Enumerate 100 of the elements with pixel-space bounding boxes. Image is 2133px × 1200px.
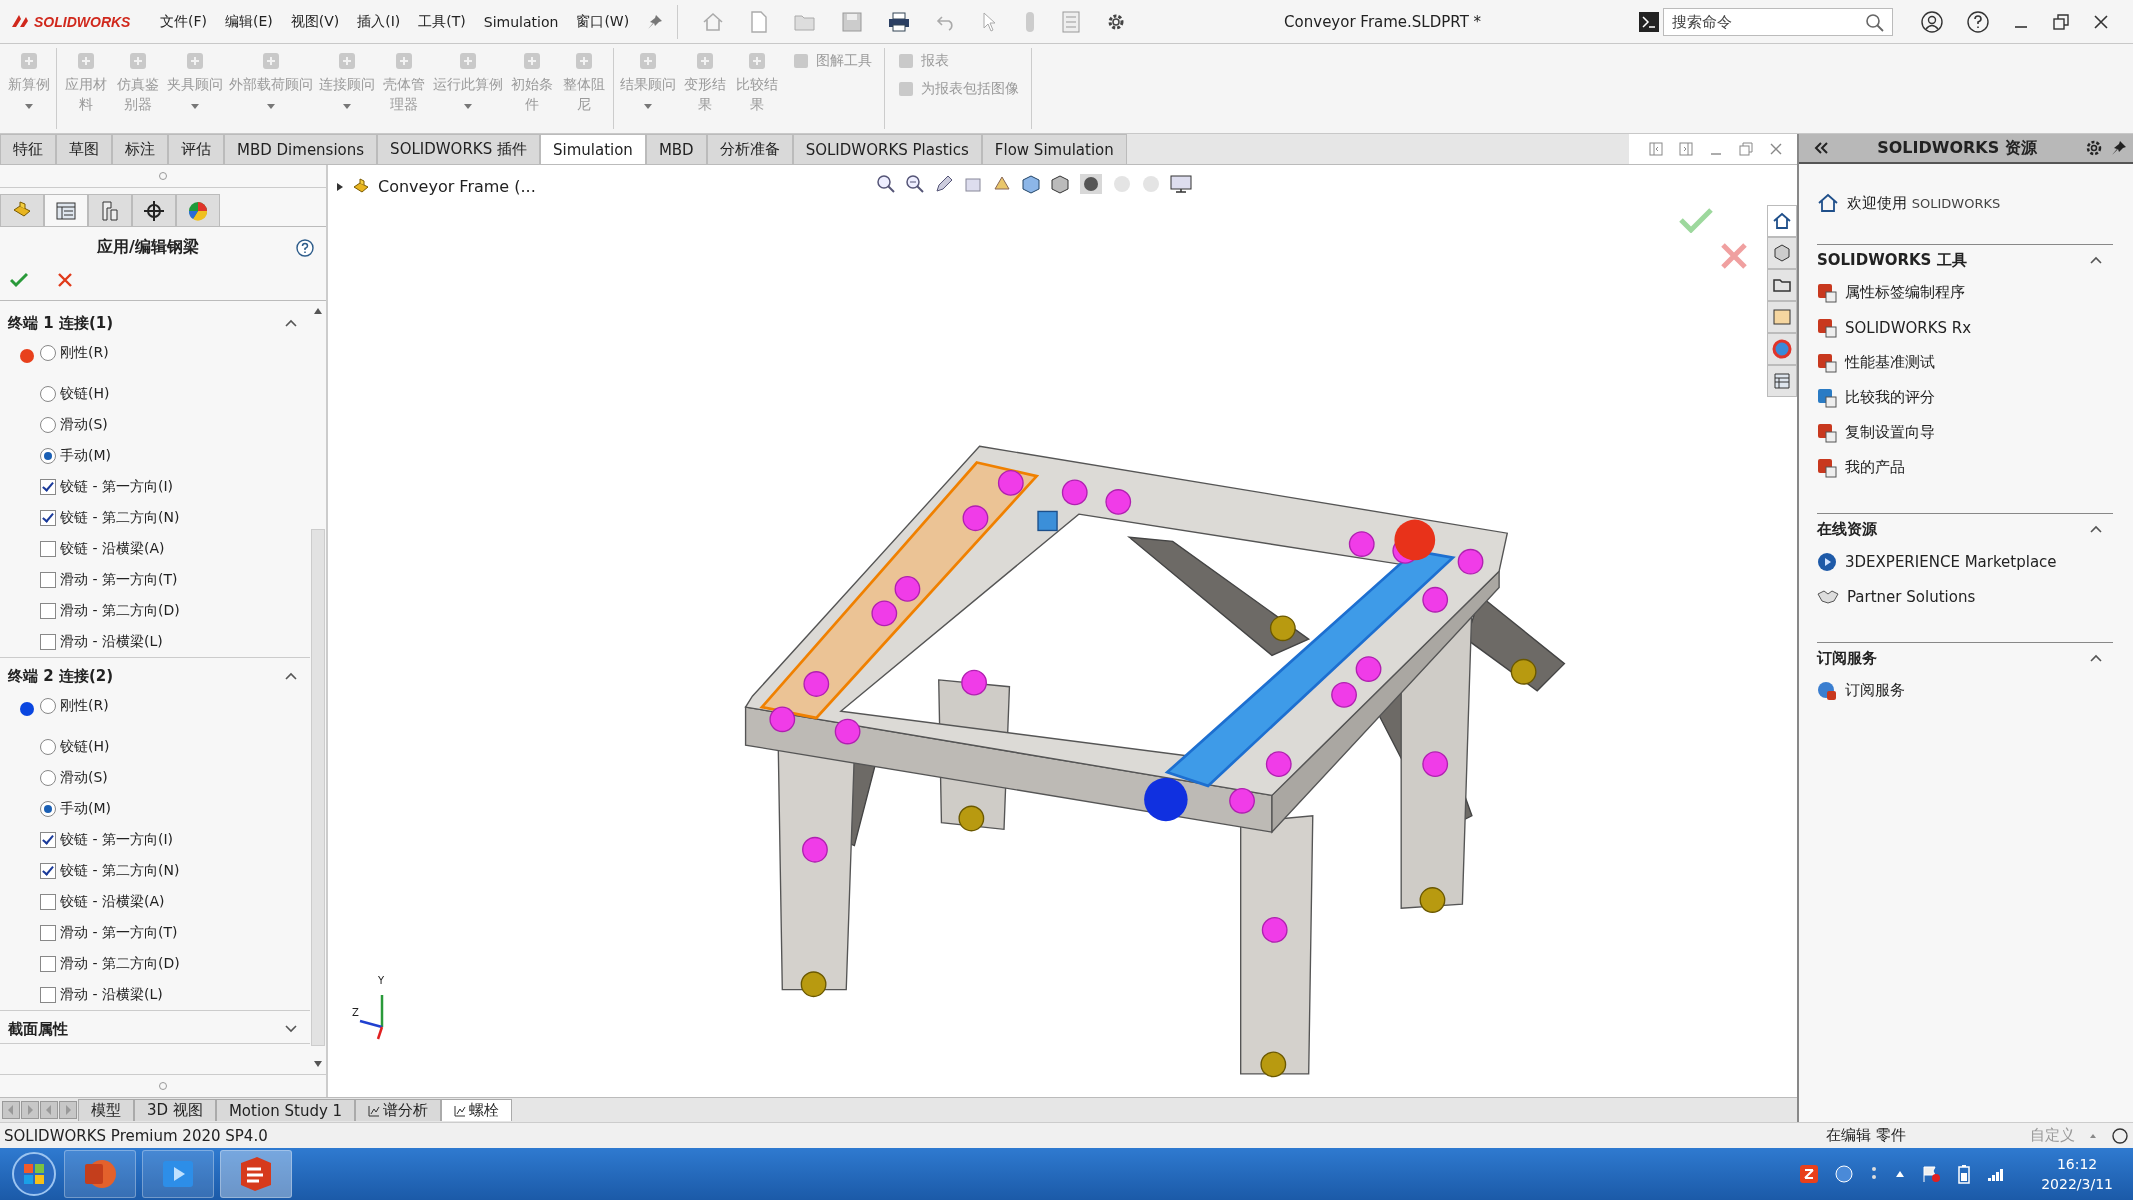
tile-left-icon[interactable]	[1649, 142, 1663, 156]
radio-option[interactable]: 刚性(R)	[34, 696, 109, 715]
chevron-icon[interactable]	[284, 1024, 298, 1034]
scroll-up-icon[interactable]	[313, 307, 323, 315]
tree-arrow-icon[interactable]	[336, 181, 344, 192]
cube-icon[interactable]	[1050, 174, 1070, 194]
ribbon-tab[interactable]: 标注	[112, 134, 168, 164]
pin-icon[interactable]	[2111, 140, 2127, 156]
resource-link[interactable]: 复制设置向导	[1845, 423, 1935, 442]
resource-link[interactable]: 比较我的评分	[1845, 388, 1935, 407]
taskbar-button[interactable]	[142, 1150, 214, 1198]
resource-link[interactable]: 属性标签编制程序	[1845, 283, 1965, 302]
checkbox-option[interactable]: 铰链 - 沿横梁(A)	[34, 539, 165, 558]
confirm-check-icon[interactable]	[1679, 207, 1713, 233]
welcome-link[interactable]: 欢迎使用 SOLIDWORKS	[1847, 193, 2001, 213]
menu-item[interactable]: Simulation	[483, 13, 559, 30]
menu-item[interactable]: 视图(V)	[290, 12, 340, 31]
radio-option[interactable]: 铰链(H)	[34, 737, 110, 756]
account-icon[interactable]	[1921, 10, 1943, 33]
checkbox-option[interactable]: 铰链 - 第二方向(N)	[34, 508, 180, 527]
settings-icon[interactable]	[2085, 139, 2103, 157]
ribbon-tab[interactable]: SOLIDWORKS Plastics	[792, 134, 982, 164]
tile-right-icon[interactable]	[1679, 142, 1693, 156]
close-icon[interactable]	[2093, 13, 2109, 30]
ribbon-tab[interactable]: MBD Dimensions	[224, 134, 378, 164]
caret-icon[interactable]	[2089, 1132, 2097, 1139]
help-icon[interactable]	[296, 238, 314, 257]
chevron-icon[interactable]	[284, 671, 298, 681]
task-pane-tab[interactable]	[1767, 269, 1797, 301]
radio-option[interactable]: 手动(M)	[34, 799, 111, 818]
model-tab[interactable]: 3D 视图	[134, 1099, 216, 1121]
clock-time[interactable]: 16:12	[2056, 1154, 2098, 1174]
checkbox-option[interactable]: 滑动 - 第一方向(T)	[34, 570, 178, 589]
resource-link[interactable]: 订阅服务	[1845, 681, 1905, 700]
checkbox-option[interactable]: 滑动 - 第一方向(T)	[34, 923, 178, 942]
feature-tree-breadcrumb[interactable]: Conveyor Frame (...	[378, 177, 536, 196]
checkbox-option[interactable]: 滑动 - 沿横梁(L)	[34, 985, 163, 1004]
ribbon-tab[interactable]: MBD	[645, 134, 707, 164]
checkbox-option[interactable]: 铰链 - 第一方向(I)	[34, 477, 173, 496]
help-icon[interactable]	[1967, 10, 1989, 33]
ribbon-tab[interactable]: 特征	[0, 134, 56, 164]
ribbon-tab[interactable]: Flow Simulation	[981, 134, 1127, 164]
radio-option[interactable]: 滑动(S)	[34, 768, 108, 787]
panel-tab[interactable]	[132, 194, 176, 226]
signal-icon[interactable]	[1987, 1166, 2006, 1182]
ribbon-tab[interactable]: 分析准备	[706, 134, 793, 164]
taskbar-button[interactable]	[64, 1150, 136, 1198]
taskbar-button[interactable]	[220, 1150, 292, 1198]
checkbox-option[interactable]: 铰链 - 第一方向(I)	[34, 830, 173, 849]
chevron-icon[interactable]	[2089, 255, 2103, 265]
checkbox-option[interactable]: 滑动 - 第二方向(D)	[34, 954, 180, 973]
resource-link[interactable]: SOLIDWORKS Rx	[1845, 318, 1972, 337]
ribbon-tab[interactable]: Simulation	[539, 134, 646, 164]
start-button-icon[interactable]	[10, 1150, 58, 1198]
input-method-icon[interactable]	[1799, 1164, 1820, 1184]
menu-item[interactable]: 工具(T)	[418, 12, 466, 31]
printer-icon[interactable]	[888, 11, 911, 32]
model-tab[interactable]: 螺栓	[441, 1099, 513, 1121]
collapse-icon[interactable]	[1813, 141, 1829, 155]
flag-icon[interactable]	[1921, 1165, 1942, 1183]
chevron-icon[interactable]	[2089, 524, 2103, 534]
model-tab[interactable]: Motion Study 1	[215, 1099, 356, 1121]
menu-item[interactable]: 文件(F)	[160, 12, 207, 31]
resource-link[interactable]: 性能基准测试	[1845, 353, 1935, 372]
checkbox-option[interactable]: 铰链 - 第二方向(N)	[34, 861, 180, 880]
zoom-fit-icon[interactable]	[876, 174, 896, 194]
clock-date[interactable]: 2022/3/11	[2041, 1174, 2113, 1194]
ribbon-tab[interactable]: 草图	[56, 134, 112, 164]
search-icon[interactable]	[1865, 12, 1885, 33]
menu-item[interactable]: 窗口(W)	[576, 12, 630, 31]
radio-option[interactable]: 滑动(S)	[34, 415, 108, 434]
cube-icon[interactable]	[1021, 174, 1041, 194]
scroll-thumb[interactable]	[311, 529, 325, 1046]
ribbon-tab[interactable]: 评估	[168, 134, 224, 164]
ok-check-icon[interactable]	[10, 272, 28, 288]
task-pane-tab[interactable]	[1767, 365, 1797, 397]
scroll-down-icon[interactable]	[313, 1060, 323, 1068]
checkbox-option[interactable]: 铰链 - 沿横梁(A)	[34, 892, 165, 911]
task-pane-tab[interactable]	[1767, 333, 1797, 365]
menu-item[interactable]: 编辑(E)	[225, 12, 273, 31]
search-field[interactable]: 搜索命令	[1663, 7, 1893, 36]
home-icon[interactable]	[702, 11, 725, 32]
zoom-area-icon[interactable]	[905, 174, 925, 194]
task-pane-tab[interactable]	[1767, 205, 1797, 237]
battery-icon[interactable]	[1957, 1164, 1972, 1184]
radio-option[interactable]: 刚性(R)	[34, 343, 109, 362]
pencil-icon[interactable]	[934, 174, 954, 194]
resource-link[interactable]: 我的产品	[1845, 458, 1905, 477]
cancel-x-icon[interactable]	[58, 273, 72, 287]
help-icon[interactable]	[2111, 1126, 2129, 1145]
radio-option[interactable]: 手动(M)	[34, 446, 111, 465]
chevron-icon[interactable]	[284, 318, 298, 328]
ribbon-tab[interactable]: SOLIDWORKS 插件	[377, 134, 540, 164]
chevron-icon[interactable]	[2089, 653, 2103, 663]
caret-icon[interactable]	[1895, 1170, 1906, 1178]
task-pane-tab[interactable]	[1767, 237, 1797, 269]
terminal-icon[interactable]	[1639, 11, 1659, 32]
resource-link[interactable]: 3DEXPERIENCE Marketplace	[1845, 552, 2057, 571]
checkbox-option[interactable]: 滑动 - 沿横梁(L)	[34, 632, 163, 651]
pin-icon[interactable]	[647, 13, 664, 30]
